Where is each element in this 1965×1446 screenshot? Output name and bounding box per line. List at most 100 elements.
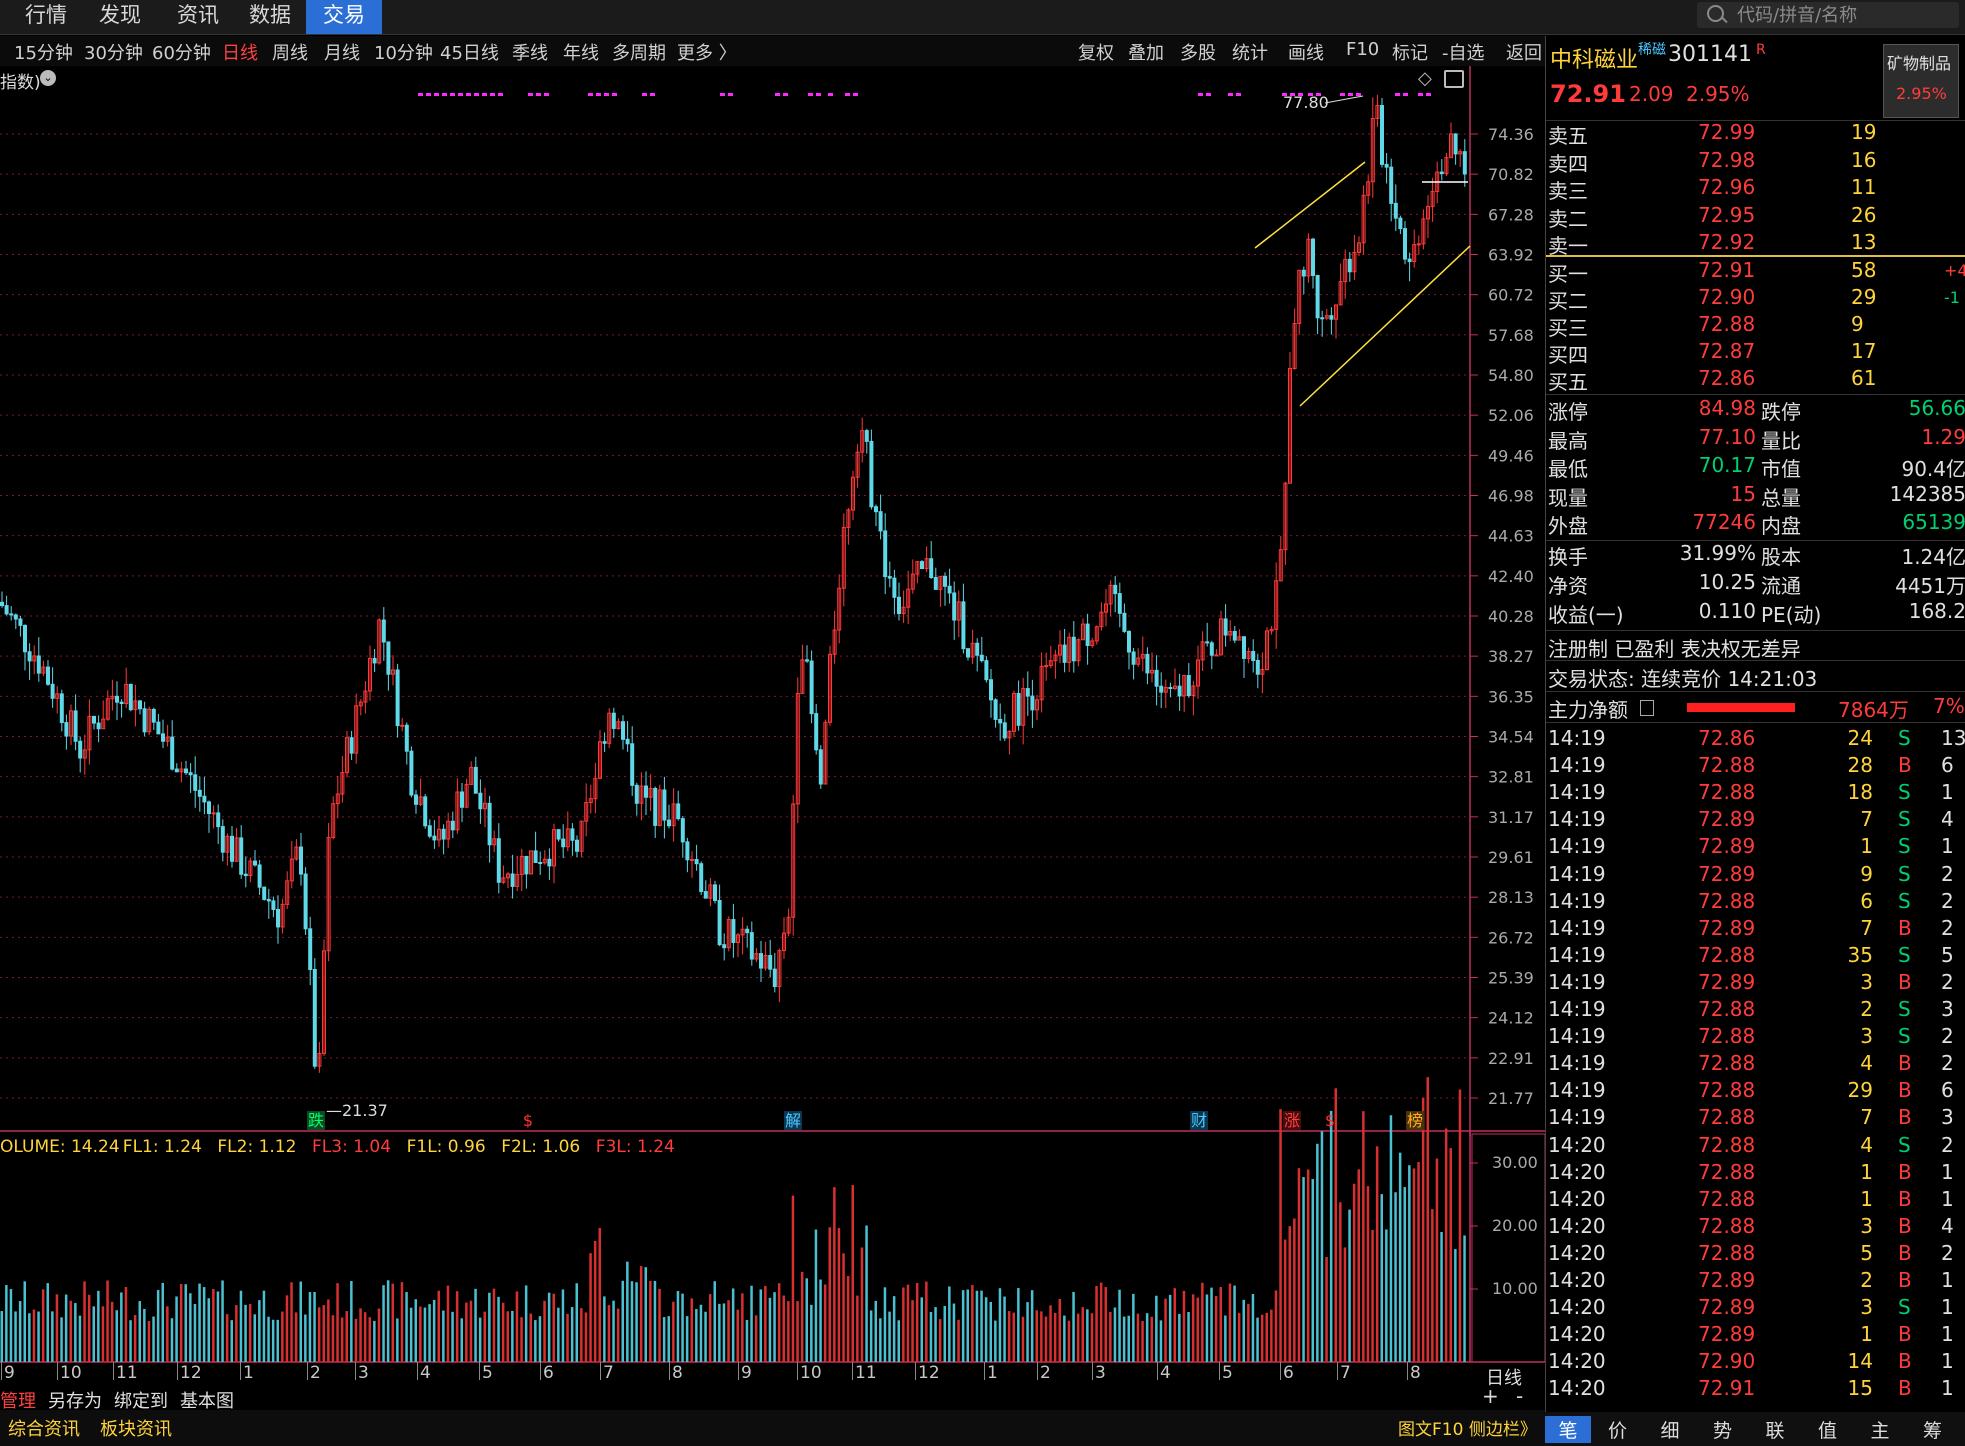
volume-bar: [1343, 1247, 1347, 1362]
signal-dot: [1356, 93, 1361, 96]
stat-value: 77.10: [1698, 424, 1756, 449]
indicator-label[interactable]: 指数): [0, 68, 41, 93]
doc-icon[interactable]: [1640, 700, 1654, 716]
tick-volume: 4: [1860, 1132, 1873, 1157]
stock-name[interactable]: 中科磁业: [1550, 42, 1638, 74]
volume-bar: [1394, 1192, 1397, 1362]
period-3[interactable]: 日线: [222, 39, 258, 65]
period-9[interactable]: 年线: [563, 39, 599, 65]
tick-volume: 18: [1847, 780, 1873, 805]
volume-legend-item: F2L: 1.06: [501, 1137, 580, 1157]
x-tick-mark: [1280, 1362, 1281, 1380]
volume-bar: [258, 1300, 261, 1362]
volume-bar: [980, 1290, 983, 1362]
period-4[interactable]: 周线: [272, 39, 308, 65]
period-1[interactable]: 30分钟: [84, 39, 143, 65]
x-tick-mark: [540, 1362, 541, 1380]
bottom-link-0[interactable]: 管理: [0, 1387, 36, 1413]
candle-body: [805, 659, 809, 662]
bottom-link-2[interactable]: 绑定到: [114, 1387, 168, 1413]
search-box[interactable]: [1697, 2, 1959, 28]
window-toggle-icon[interactable]: [1444, 70, 1464, 88]
candle-body: [257, 864, 262, 888]
period-5[interactable]: 月线: [324, 39, 360, 65]
volume-bar: [1150, 1316, 1153, 1362]
volume-bar: [345, 1311, 348, 1362]
candle-body: [621, 721, 625, 740]
tool-5[interactable]: F10: [1346, 39, 1379, 60]
right-tab-4[interactable]: 联: [1755, 1416, 1795, 1443]
nav-tab-2[interactable]: 资讯: [166, 0, 230, 34]
tool-0[interactable]: 复权: [1078, 39, 1114, 65]
volume-bar: [994, 1320, 997, 1362]
right-tab-3[interactable]: 势: [1703, 1416, 1743, 1443]
bottom-right-label[interactable]: 图文F10 侧边栏》: [1398, 1415, 1537, 1440]
candle-body: [561, 838, 566, 848]
period-2[interactable]: 60分钟: [152, 39, 211, 65]
volume-bar: [414, 1299, 417, 1362]
tool-6[interactable]: 标记: [1392, 39, 1428, 65]
volume-bar: [672, 1301, 675, 1362]
tool-7[interactable]: -自选: [1442, 39, 1485, 65]
bottom-link-5[interactable]: 板块资讯: [100, 1415, 172, 1441]
candle-body: [892, 577, 897, 598]
bottom-link-1[interactable]: 另存为: [48, 1387, 102, 1413]
period-7[interactable]: 45日线: [440, 39, 499, 65]
kline-chart[interactable]: 74.36 70.82 67.28 63.92 60.72 57.68 54.80 52.06…: [0, 66, 1545, 1412]
search-input[interactable]: [1735, 3, 1954, 27]
tick-count: 1: [1941, 1268, 1954, 1292]
candle-body: [717, 899, 722, 946]
right-tab-1[interactable]: 价: [1598, 1416, 1638, 1443]
nav-tab-0[interactable]: 行情: [14, 0, 78, 34]
volume-bar: [768, 1297, 772, 1362]
volume-bar: [92, 1306, 95, 1362]
tick-side: B: [1898, 1349, 1912, 1374]
tool-8[interactable]: 返回: [1506, 39, 1542, 65]
event-marker: $: [1325, 1111, 1335, 1130]
right-tab-5[interactable]: 值: [1808, 1416, 1848, 1443]
volume-bar: [253, 1314, 256, 1362]
period-6[interactable]: 10分钟: [374, 39, 433, 65]
bottom-link-3[interactable]: 基本图: [180, 1387, 234, 1413]
period-11[interactable]: 更多 〉: [677, 39, 737, 65]
tool-2[interactable]: 多股: [1180, 39, 1216, 65]
candle-body: [703, 891, 708, 899]
candle-body: [64, 722, 69, 737]
volume-bar: [327, 1299, 330, 1362]
tool-4[interactable]: 画线: [1288, 39, 1324, 65]
volume-bar: [5, 1285, 8, 1362]
tick-side: B: [1898, 1186, 1912, 1211]
period-8[interactable]: 季线: [512, 39, 548, 65]
right-tab-6[interactable]: 主: [1860, 1416, 1900, 1443]
zoom-control-1[interactable]: -: [1516, 1384, 1523, 1408]
candle-body: [1071, 636, 1076, 662]
volume-bar: [851, 1185, 854, 1362]
tick-volume: 3: [1860, 969, 1873, 994]
candle-body: [1044, 665, 1049, 668]
candle-body: [768, 954, 773, 970]
volume-bar: [1058, 1299, 1061, 1362]
period-10[interactable]: 多周期: [612, 39, 666, 65]
nav-tab-3[interactable]: 数据: [238, 0, 302, 34]
bottom-link-4[interactable]: 综合资讯: [8, 1415, 80, 1441]
tick-volume: 4: [1860, 1051, 1873, 1076]
volume-bar: [488, 1292, 491, 1362]
right-tab-2[interactable]: 细: [1650, 1416, 1690, 1443]
diamond-icon[interactable]: ◇: [1418, 68, 1432, 89]
nav-tab-1[interactable]: 发现: [88, 0, 152, 34]
ask-volume: 11: [1851, 175, 1877, 199]
tool-3[interactable]: 统计: [1232, 39, 1268, 65]
right-tab-7[interactable]: 筹: [1913, 1416, 1953, 1443]
y-tick-label: 26.72: [1488, 928, 1534, 947]
tick-time: 14:19: [1548, 1105, 1606, 1130]
right-tab-0[interactable]: 笔: [1545, 1416, 1591, 1443]
period-0[interactable]: 15分钟: [14, 39, 73, 65]
volume-bar: [391, 1283, 394, 1362]
volume-bar: [115, 1310, 118, 1362]
tool-1[interactable]: 叠加: [1128, 39, 1164, 65]
volume-bar: [432, 1299, 436, 1362]
settings-circle-icon[interactable]: ⌄: [40, 70, 56, 86]
volume-bar: [32, 1309, 36, 1362]
zoom-control-0[interactable]: +: [1482, 1384, 1499, 1408]
nav-tab-4[interactable]: 交易: [306, 0, 382, 34]
